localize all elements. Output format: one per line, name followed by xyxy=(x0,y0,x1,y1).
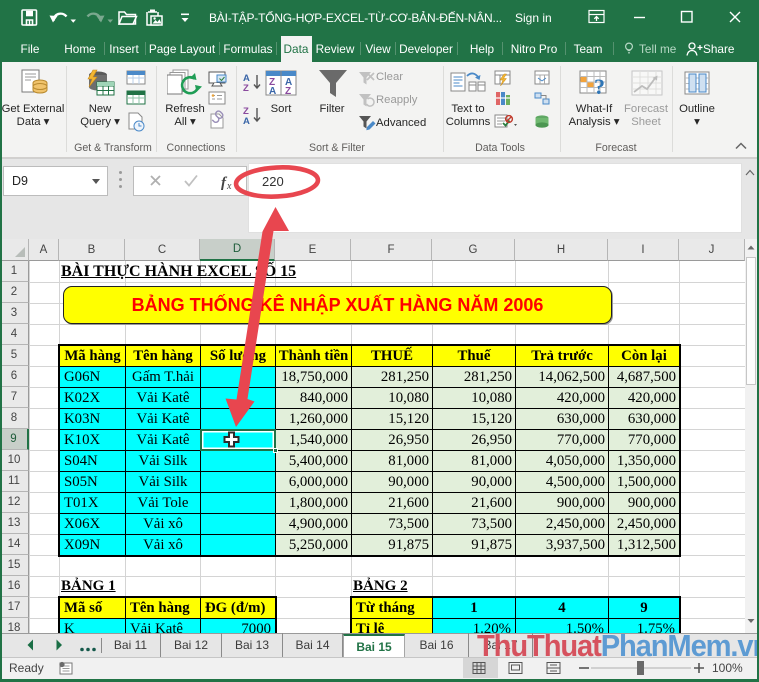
svg-text:Z: Z xyxy=(285,86,291,97)
svg-text:Z: Z xyxy=(243,83,249,94)
svg-text:x: x xyxy=(226,181,232,192)
svg-text:A: A xyxy=(269,86,276,97)
svg-text:?: ? xyxy=(594,74,605,99)
svg-text:A: A xyxy=(243,116,250,127)
